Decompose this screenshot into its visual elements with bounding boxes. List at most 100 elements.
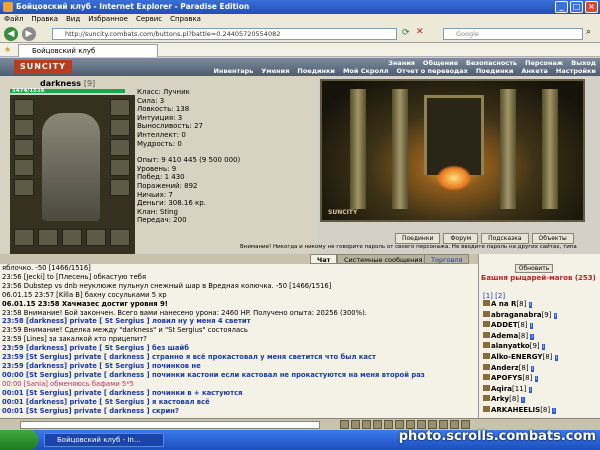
menu-tools[interactable]: Сервис <box>136 14 162 25</box>
menu-battles[interactable]: Поединки <box>297 67 335 75</box>
player-entry[interactable]: Alko-ENERGY[8] i <box>483 352 599 364</box>
menu-file[interactable]: Файл <box>4 14 23 25</box>
favorites-star-icon[interactable]: ★ <box>4 45 11 54</box>
tool-icon[interactable] <box>450 420 459 429</box>
url-field[interactable]: http://suncity.combats.com/buttons.pl?ba… <box>52 28 397 40</box>
info-icon[interactable]: i <box>528 386 533 393</box>
helmet-slot[interactable] <box>14 99 34 116</box>
search-icon[interactable]: ⌕ <box>586 27 591 37</box>
battles-button[interactable]: Поединки <box>395 233 441 244</box>
player-entry[interactable]: APOFYS[8] i <box>483 374 599 385</box>
info-icon[interactable]: i <box>554 354 559 361</box>
menu-battles-2[interactable]: Поединки <box>476 67 514 75</box>
legs-slot[interactable] <box>86 229 106 246</box>
tool-icon[interactable] <box>439 420 448 429</box>
menu-favorites[interactable]: Избранное <box>88 14 128 25</box>
player-entry[interactable]: Anderz[8] i <box>483 363 599 375</box>
info-icon[interactable]: i <box>521 397 525 404</box>
menu-help[interactable]: Справка <box>170 14 201 25</box>
info-icon[interactable]: i <box>552 407 556 414</box>
amulet-slot[interactable] <box>14 119 34 136</box>
tab-combats[interactable]: Бойцовский клуб <box>18 44 158 57</box>
tool-icon[interactable] <box>340 420 349 429</box>
tool-icon[interactable] <box>417 420 426 429</box>
info-icon[interactable]: i <box>534 376 538 383</box>
character-stats: Класс: Лучник Сила: 3 Ловкость: 138 Инту… <box>137 88 315 225</box>
forum-button[interactable]: Форум <box>443 233 479 244</box>
menu-character[interactable]: Персонаж <box>525 59 563 67</box>
location-scene[interactable]: SUNCITY <box>320 79 585 222</box>
tool-icon[interactable] <box>395 420 404 429</box>
scroll-slot[interactable] <box>38 229 58 246</box>
info-icon[interactable]: i <box>530 365 535 372</box>
tool-icon[interactable] <box>406 420 415 429</box>
menu-edit[interactable]: Правка <box>31 14 58 25</box>
back-icon[interactable]: ◀ <box>4 27 18 41</box>
player-entry[interactable]: alanyatko[9] i <box>483 342 599 353</box>
hint-button[interactable]: Подсказка <box>481 233 529 244</box>
menu-my-scroll[interactable]: Мой Скролл <box>343 67 389 75</box>
menu-view[interactable]: Вид <box>66 14 80 25</box>
extra-slot[interactable] <box>110 229 130 246</box>
tab-system-messages[interactable]: Системные сообщения <box>337 254 430 264</box>
weapon-slot[interactable] <box>14 139 34 156</box>
forward-icon[interactable]: ▶ <box>22 27 36 41</box>
close-button[interactable]: × <box>585 1 598 13</box>
minimize-button[interactable]: _ <box>555 1 568 13</box>
info-icon[interactable]: i <box>553 312 558 319</box>
stat-intuition: Интуиция: 3 <box>137 113 183 122</box>
info-icon[interactable]: i <box>529 323 534 330</box>
refresh-button[interactable]: Обновить <box>515 264 553 273</box>
chat-input[interactable] <box>20 421 320 429</box>
start-button[interactable] <box>0 430 38 450</box>
menu-profile[interactable]: Анкета <box>521 67 548 75</box>
player-entry[interactable]: ARKAHEELIS[8] i <box>483 405 599 417</box>
menu-transfers[interactable]: Отчет о переводах <box>397 67 468 75</box>
pillar-right <box>542 89 558 209</box>
ring-slot-1[interactable] <box>110 119 130 136</box>
clan-icon <box>483 300 490 306</box>
maximize-button[interactable]: □ <box>570 1 583 13</box>
tool-icon[interactable] <box>362 420 371 429</box>
player-entry[interactable]: Adema[8] i <box>483 331 599 343</box>
taskbar-item[interactable]: Бойцовский клуб - In... <box>44 433 164 447</box>
search-input[interactable]: Google <box>443 28 583 40</box>
menu-exit[interactable]: Выход <box>571 59 596 67</box>
menu-security[interactable]: Безопасность <box>466 59 517 67</box>
menu-communication[interactable]: Общение <box>423 59 458 67</box>
menu-skills[interactable]: Умения <box>261 67 289 75</box>
menu-inventory[interactable]: Инвентарь <box>214 67 254 75</box>
doorway[interactable] <box>424 95 484 175</box>
info-icon[interactable]: i <box>530 333 534 340</box>
player-entry[interactable]: ADDET[8] i <box>483 321 599 332</box>
player-entry[interactable]: Aqira[11] i <box>483 384 599 396</box>
tool-icon[interactable] <box>373 420 382 429</box>
player-entry[interactable]: abraganabra[9] i <box>483 310 599 322</box>
belt-slot[interactable] <box>14 179 34 196</box>
shield-slot[interactable] <box>110 179 130 196</box>
character-avatar[interactable] <box>42 113 100 221</box>
roster-pages[interactable]: [1] [2] <box>483 292 505 300</box>
gloves-slot[interactable] <box>110 159 130 176</box>
potion-slot[interactable] <box>14 229 34 246</box>
info-icon[interactable]: i <box>528 302 532 308</box>
armor-slot[interactable] <box>14 159 34 176</box>
objects-button[interactable]: Объекты <box>531 233 574 244</box>
boots-slot[interactable] <box>62 229 82 246</box>
tool-icon[interactable] <box>384 420 393 429</box>
ring-slot-2[interactable] <box>110 139 130 156</box>
stop-icon[interactable]: ✕ <box>416 27 424 37</box>
menu-settings[interactable]: Настройки <box>556 67 596 75</box>
bracer-slot[interactable] <box>110 99 130 116</box>
player-entry[interactable]: Arky[8] i <box>483 395 599 406</box>
player-entry[interactable]: A na R[8] i <box>483 300 599 311</box>
info-icon[interactable]: i <box>541 344 546 351</box>
refresh-icon[interactable]: ⟳ <box>402 28 410 38</box>
tool-icon[interactable] <box>461 420 470 429</box>
tab-trade[interactable]: Торговля <box>424 254 470 264</box>
tool-icon[interactable] <box>351 420 360 429</box>
tab-chat[interactable]: Чат <box>310 254 338 264</box>
tool-icon[interactable] <box>428 420 437 429</box>
menu-knowledge[interactable]: Знания <box>388 59 415 67</box>
player-name[interactable]: darkness [9] <box>40 79 95 88</box>
